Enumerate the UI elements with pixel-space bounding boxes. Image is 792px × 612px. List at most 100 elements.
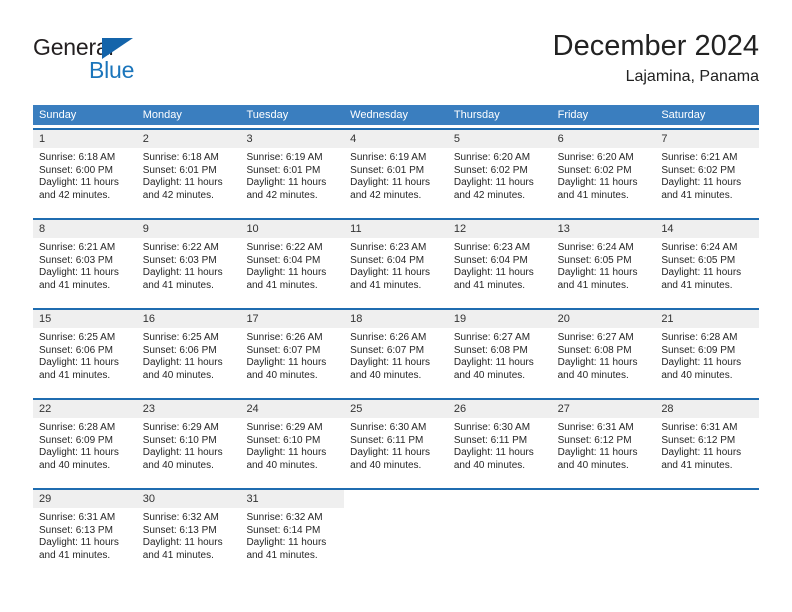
- blue-triangle-icon: [102, 38, 133, 59]
- day-cell[interactable]: 1 Sunrise: 6:18 AM Sunset: 6:00 PM Dayli…: [33, 130, 137, 215]
- day-number: 31: [240, 490, 345, 508]
- day-cell[interactable]: 2 Sunrise: 6:18 AM Sunset: 6:01 PM Dayli…: [136, 130, 241, 215]
- day-cell[interactable]: 15 Sunrise: 6:25 AM Sunset: 6:06 PM Dayl…: [33, 310, 137, 395]
- day-cell[interactable]: 3 Sunrise: 6:19 AM Sunset: 6:01 PM Dayli…: [240, 130, 345, 215]
- day-cell[interactable]: 31 Sunrise: 6:32 AM Sunset: 6:14 PM Dayl…: [240, 490, 345, 575]
- day-cell[interactable]: 30 Sunrise: 6:32 AM Sunset: 6:13 PM Dayl…: [136, 490, 241, 575]
- sunset-text: Sunset: 6:02 PM: [557, 164, 632, 176]
- day-cell[interactable]: 25 Sunrise: 6:30 AM Sunset: 6:11 PM Dayl…: [344, 400, 448, 485]
- day-number: [344, 490, 448, 508]
- day-cell[interactable]: 26 Sunrise: 6:30 AM Sunset: 6:11 PM Dayl…: [447, 400, 552, 485]
- daylight-text-line2: and 40 minutes.: [350, 459, 422, 471]
- day-cell[interactable]: 14 Sunrise: 6:24 AM Sunset: 6:05 PM Dayl…: [655, 220, 760, 305]
- day-cell[interactable]: 24 Sunrise: 6:29 AM Sunset: 6:10 PM Dayl…: [240, 400, 345, 485]
- sunset-text: Sunset: 6:12 PM: [661, 434, 736, 446]
- sunrise-text: Sunrise: 6:22 AM: [246, 242, 323, 253]
- daylight-text-line1: Daylight: 11 hours: [246, 267, 327, 279]
- day-details: Sunrise: 6:21 AM Sunset: 6:03 PM Dayligh…: [33, 238, 137, 292]
- day-details: Sunrise: 6:24 AM Sunset: 6:05 PM Dayligh…: [655, 238, 759, 292]
- weekday-header-friday: Friday: [557, 109, 589, 121]
- day-number: 10: [240, 220, 345, 238]
- day-details: Sunrise: 6:23 AM Sunset: 6:04 PM Dayligh…: [344, 238, 448, 292]
- day-details: Sunrise: 6:27 AM Sunset: 6:08 PM Dayligh…: [448, 328, 552, 382]
- day-cell[interactable]: 5 Sunrise: 6:20 AM Sunset: 6:02 PM Dayli…: [447, 130, 552, 215]
- day-cell[interactable]: 28 Sunrise: 6:31 AM Sunset: 6:12 PM Dayl…: [655, 400, 760, 485]
- day-details: Sunrise: 6:26 AM Sunset: 6:07 PM Dayligh…: [240, 328, 344, 382]
- daylight-text-line1: Daylight: 11 hours: [350, 267, 431, 279]
- daylight-text-line1: Daylight: 11 hours: [246, 537, 327, 549]
- sunset-text: Sunset: 6:13 PM: [142, 524, 217, 536]
- daylight-text-line1: Daylight: 11 hours: [39, 447, 119, 459]
- day-cell[interactable]: 16 Sunrise: 6:25 AM Sunset: 6:06 PM Dayl…: [136, 310, 241, 395]
- calendar-grid: Sunday Monday Tuesday Wednesday Thursday…: [33, 105, 760, 575]
- day-cell[interactable]: 6 Sunrise: 6:20 AM Sunset: 6:02 PM Dayli…: [551, 130, 656, 215]
- daylight-text-line1: Daylight: 11 hours: [557, 267, 638, 279]
- day-number: [552, 490, 656, 508]
- daylight-text-line1: Daylight: 11 hours: [39, 357, 119, 369]
- daylight-text-line1: Daylight: 11 hours: [661, 357, 742, 369]
- day-details: Sunrise: 6:22 AM Sunset: 6:03 PM Dayligh…: [137, 238, 241, 292]
- sunset-text: Sunset: 6:10 PM: [142, 434, 217, 446]
- sunrise-text: Sunrise: 6:25 AM: [142, 332, 219, 343]
- day-cell[interactable]: 9 Sunrise: 6:22 AM Sunset: 6:03 PM Dayli…: [136, 220, 241, 305]
- day-number: 5: [447, 130, 552, 148]
- sunrise-text: Sunrise: 6:23 AM: [350, 242, 427, 253]
- daylight-text-line1: Daylight: 11 hours: [246, 447, 327, 459]
- weekday-header-tuesday: Tuesday: [246, 109, 289, 121]
- day-cell[interactable]: 21 Sunrise: 6:28 AM Sunset: 6:09 PM Dayl…: [655, 310, 760, 395]
- sunset-text: Sunset: 6:01 PM: [350, 164, 425, 176]
- daylight-text-line1: Daylight: 11 hours: [142, 267, 223, 279]
- daylight-text-line2: and 41 minutes.: [246, 279, 318, 291]
- daylight-text-line2: and 41 minutes.: [246, 549, 318, 561]
- daylight-text-line1: Daylight: 11 hours: [39, 267, 119, 279]
- day-cell[interactable]: 13 Sunrise: 6:24 AM Sunset: 6:05 PM Dayl…: [551, 220, 656, 305]
- day-number: 20: [551, 310, 656, 328]
- day-details: Sunrise: 6:31 AM Sunset: 6:12 PM Dayligh…: [655, 418, 759, 472]
- day-number: 28: [655, 400, 760, 418]
- day-cell[interactable]: 23 Sunrise: 6:29 AM Sunset: 6:10 PM Dayl…: [136, 400, 241, 485]
- sunset-text: Sunset: 6:14 PM: [246, 524, 321, 536]
- day-cell[interactable]: 20 Sunrise: 6:27 AM Sunset: 6:08 PM Dayl…: [551, 310, 656, 395]
- day-cell[interactable]: 12 Sunrise: 6:23 AM Sunset: 6:04 PM Dayl…: [447, 220, 552, 305]
- day-cell[interactable]: 18 Sunrise: 6:26 AM Sunset: 6:07 PM Dayl…: [344, 310, 448, 395]
- day-cell[interactable]: 17 Sunrise: 6:26 AM Sunset: 6:07 PM Dayl…: [240, 310, 345, 395]
- daylight-text-line2: and 40 minutes.: [557, 459, 629, 471]
- day-number: 7: [655, 130, 760, 148]
- daylight-text-line2: and 42 minutes.: [350, 189, 422, 201]
- sunrise-text: Sunrise: 6:28 AM: [39, 422, 116, 433]
- daylight-text-line1: Daylight: 11 hours: [453, 447, 534, 459]
- day-cell[interactable]: 10 Sunrise: 6:22 AM Sunset: 6:04 PM Dayl…: [240, 220, 345, 305]
- day-cell[interactable]: 7 Sunrise: 6:21 AM Sunset: 6:02 PM Dayli…: [655, 130, 760, 215]
- sunset-text: Sunset: 6:00 PM: [39, 164, 113, 176]
- sunrise-text: Sunrise: 6:25 AM: [39, 332, 116, 343]
- day-number: 2: [136, 130, 241, 148]
- day-cell[interactable]: 19 Sunrise: 6:27 AM Sunset: 6:08 PM Dayl…: [447, 310, 552, 395]
- day-number: 18: [344, 310, 448, 328]
- day-number: 17: [240, 310, 345, 328]
- daylight-text-line2: and 40 minutes.: [39, 459, 111, 471]
- daylight-text-line2: and 40 minutes.: [142, 369, 214, 381]
- day-cell[interactable]: 27 Sunrise: 6:31 AM Sunset: 6:12 PM Dayl…: [551, 400, 656, 485]
- sunset-text: Sunset: 6:03 PM: [142, 254, 217, 266]
- sunrise-text: Sunrise: 6:32 AM: [142, 512, 219, 523]
- sunrise-text: Sunrise: 6:32 AM: [246, 512, 323, 523]
- daylight-text-line2: and 41 minutes.: [661, 189, 733, 201]
- day-cell[interactable]: 22 Sunrise: 6:28 AM Sunset: 6:09 PM Dayl…: [33, 400, 137, 485]
- sunrise-text: Sunrise: 6:28 AM: [661, 332, 738, 343]
- weekday-header-wednesday: Wednesday: [350, 109, 409, 121]
- week-row: 1 Sunrise: 6:18 AM Sunset: 6:00 PM Dayli…: [33, 128, 760, 215]
- daylight-text-line1: Daylight: 11 hours: [557, 447, 638, 459]
- day-cell[interactable]: 4 Sunrise: 6:19 AM Sunset: 6:01 PM Dayli…: [344, 130, 448, 215]
- daylight-text-line1: Daylight: 11 hours: [557, 177, 638, 189]
- daylight-text-line1: Daylight: 11 hours: [453, 357, 534, 369]
- sunset-text: Sunset: 6:11 PM: [350, 434, 424, 446]
- sunrise-text: Sunrise: 6:27 AM: [557, 332, 634, 343]
- day-number: 16: [136, 310, 241, 328]
- day-details: Sunrise: 6:28 AM Sunset: 6:09 PM Dayligh…: [655, 328, 759, 382]
- day-cell[interactable]: 11 Sunrise: 6:23 AM Sunset: 6:04 PM Dayl…: [344, 220, 448, 305]
- day-number: 6: [551, 130, 656, 148]
- day-cell[interactable]: 29 Sunrise: 6:31 AM Sunset: 6:13 PM Dayl…: [33, 490, 137, 575]
- day-cell[interactable]: 8 Sunrise: 6:21 AM Sunset: 6:03 PM Dayli…: [33, 220, 137, 305]
- generalblue-logo[interactable]: General Blue: [33, 34, 233, 90]
- daylight-text-line1: Daylight: 11 hours: [142, 357, 223, 369]
